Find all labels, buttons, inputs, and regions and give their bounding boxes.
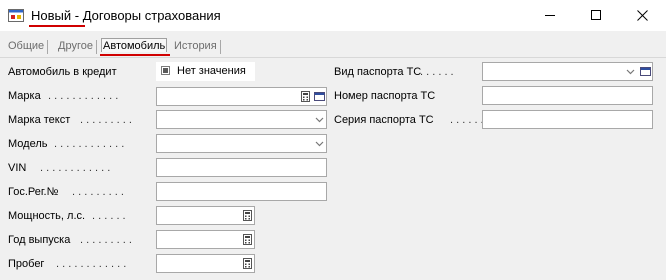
calculator-icon[interactable] (242, 234, 253, 245)
model-field[interactable] (156, 134, 327, 153)
tab-car-label: Автомобиль (103, 40, 166, 52)
chevron-down-icon[interactable] (626, 67, 635, 76)
title-bar: Новый - Договоры страхования (0, 0, 666, 31)
title-text: - Договоры страхования (71, 8, 221, 23)
credit-checkbox[interactable] (161, 66, 170, 75)
calculator-icon[interactable] (242, 258, 253, 269)
brand-text-field[interactable] (156, 110, 327, 129)
tab-strip: Общие Другое Автомобиль История (6, 38, 660, 56)
passport-series-leader-dots: . . . . . . (450, 114, 484, 126)
credit-label: Автомобиль в кредит (8, 66, 117, 78)
tab-other[interactable]: Другое (58, 40, 97, 54)
tab-general[interactable]: Общие (8, 40, 49, 54)
tab-history[interactable]: История (174, 40, 221, 54)
passport-type-field[interactable] (482, 62, 653, 81)
passport-type-leader-dots: . . . . . . (420, 66, 454, 78)
app-form-icon (8, 9, 24, 22)
year-field[interactable] (156, 230, 255, 249)
chevron-down-icon[interactable] (315, 139, 324, 148)
brand-field[interactable] (156, 87, 327, 106)
mileage-leader-dots: . . . . . . . . . . . . (56, 258, 127, 270)
model-leader-dots: . . . . . . . . . . . . (54, 138, 125, 150)
calculator-icon[interactable] (300, 91, 311, 102)
chevron-down-icon[interactable] (315, 115, 324, 124)
power-label: Мощность, л.с. (8, 210, 86, 222)
reg-no-label: Гос.Рег.№ (8, 186, 59, 198)
calculator-icon[interactable] (242, 210, 253, 221)
passport-series-label: Серия паспорта ТС (334, 114, 434, 126)
mileage-field[interactable] (156, 254, 255, 273)
brand-text-leader-dots: . . . . . . . . . (80, 114, 132, 126)
title-new-marker: Новый (31, 8, 72, 23)
passport-no-field[interactable] (482, 86, 653, 105)
year-leader-dots: . . . . . . . . . (80, 234, 132, 246)
open-form-icon[interactable] (314, 91, 325, 102)
power-field[interactable] (156, 206, 255, 225)
maximize-icon (590, 10, 601, 20)
tab-separator-line (0, 57, 666, 58)
vin-field[interactable] (156, 158, 327, 177)
power-leader-dots: . . . . . . (92, 210, 126, 222)
year-label: Год выпуска (8, 234, 71, 246)
minimize-button[interactable] (527, 0, 573, 31)
minimize-icon (544, 15, 555, 16)
passport-series-field[interactable] (482, 110, 653, 129)
passport-type-label: Вид паспорта ТС (334, 66, 422, 78)
open-form-icon[interactable] (640, 66, 651, 77)
mileage-label: Пробег (8, 258, 45, 270)
close-button[interactable] (619, 0, 665, 31)
reg-no-field[interactable] (156, 182, 327, 201)
credit-checkbox-field[interactable]: Нет значения (156, 62, 255, 81)
brand-label: Марка (8, 90, 41, 102)
brand-leader-dots: . . . . . . . . . . . . (48, 90, 119, 102)
model-label: Модель (8, 138, 48, 150)
insurance-contract-window: Новый - Договоры страхования Общие Друго… (0, 0, 666, 280)
vin-label: VIN (8, 162, 27, 174)
brand-text-label: Марка текст (8, 114, 71, 126)
window-title: Новый - Договоры страхования (31, 8, 221, 23)
passport-no-label: Номер паспорта ТС (334, 90, 436, 102)
close-icon (636, 10, 648, 21)
tab-car[interactable]: Автомобиль (101, 38, 168, 52)
vin-leader-dots: . . . . . . . . . . . . (40, 162, 111, 174)
credit-value: Нет значения (177, 65, 246, 77)
maximize-button[interactable] (573, 0, 619, 31)
reg-no-leader-dots: . . . . . . . . . (72, 186, 124, 198)
